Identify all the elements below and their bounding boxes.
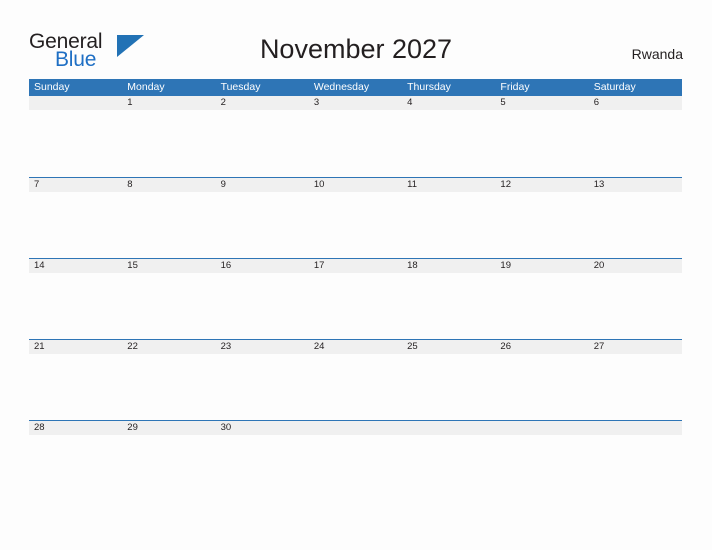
weekday-header-wednesday: Wednesday xyxy=(313,81,370,93)
day-cell[interactable]: 10 xyxy=(309,178,402,192)
page-header: General Blue November 2027 Rwanda xyxy=(0,0,712,78)
day-cell[interactable]: 3 xyxy=(309,96,402,110)
day-cell[interactable]: 7 xyxy=(29,178,122,192)
day-cell[interactable]: 14 xyxy=(29,259,122,273)
week-row: 1 2 3 4 5 6 xyxy=(29,96,682,177)
day-cell[interactable]: 22 xyxy=(122,340,215,354)
weekday-header-monday: Monday xyxy=(127,81,165,93)
week-date-band: 21 22 23 24 25 26 27 xyxy=(29,340,682,354)
weekday-header-saturday: Saturday xyxy=(593,81,636,93)
week-row: 21 22 23 24 25 26 27 xyxy=(29,339,682,420)
weekday-header-row: Sunday Monday Tuesday Wednesday Thursday… xyxy=(29,79,682,96)
weekday-header-thursday: Thursday xyxy=(407,81,451,93)
day-cell[interactable]: 5 xyxy=(495,96,588,110)
day-cell[interactable]: 8 xyxy=(122,178,215,192)
day-cell[interactable]: 29 xyxy=(122,421,215,435)
day-cell[interactable]: 26 xyxy=(495,340,588,354)
day-cell[interactable]: 12 xyxy=(495,178,588,192)
day-cell[interactable] xyxy=(589,421,682,435)
day-cell[interactable]: 15 xyxy=(122,259,215,273)
week-date-band: 14 15 16 17 18 19 20 xyxy=(29,259,682,273)
calendar-grid: Sunday Monday Tuesday Wednesday Thursday… xyxy=(29,79,682,501)
weekday-header-tuesday: Tuesday xyxy=(220,81,261,93)
day-cell[interactable]: 1 xyxy=(122,96,215,110)
day-cell[interactable]: 18 xyxy=(402,259,495,273)
week-date-band: 7 8 9 10 11 12 13 xyxy=(29,178,682,192)
week-row: 7 8 9 10 11 12 13 xyxy=(29,177,682,258)
day-cell[interactable]: 6 xyxy=(589,96,682,110)
day-cell[interactable] xyxy=(402,421,495,435)
week-date-band: 1 2 3 4 5 6 xyxy=(29,96,682,110)
day-cell[interactable]: 19 xyxy=(495,259,588,273)
day-cell[interactable] xyxy=(495,421,588,435)
day-cell[interactable]: 30 xyxy=(216,421,309,435)
day-cell[interactable]: 17 xyxy=(309,259,402,273)
weekday-header-sunday: Sunday xyxy=(34,81,70,93)
week-date-band: 28 29 30 xyxy=(29,421,682,435)
day-cell[interactable]: 24 xyxy=(309,340,402,354)
day-cell[interactable]: 20 xyxy=(589,259,682,273)
week-row: 28 29 30 xyxy=(29,420,682,501)
day-cell[interactable]: 13 xyxy=(589,178,682,192)
day-cell[interactable]: 21 xyxy=(29,340,122,354)
day-cell[interactable]: 25 xyxy=(402,340,495,354)
day-cell[interactable]: 11 xyxy=(402,178,495,192)
country-label: Rwanda xyxy=(631,46,683,62)
day-cell[interactable]: 23 xyxy=(216,340,309,354)
day-cell[interactable] xyxy=(309,421,402,435)
day-cell[interactable]: 9 xyxy=(216,178,309,192)
day-cell[interactable] xyxy=(29,96,122,110)
page-title: November 2027 xyxy=(259,34,453,64)
day-cell[interactable]: 16 xyxy=(216,259,309,273)
day-cell[interactable]: 28 xyxy=(29,421,122,435)
day-cell[interactable]: 4 xyxy=(402,96,495,110)
weekday-header-friday: Friday xyxy=(500,81,530,93)
day-cell[interactable]: 2 xyxy=(216,96,309,110)
calendar-page: General Blue November 2027 Rwanda Sunday… xyxy=(0,0,712,550)
week-row: 14 15 16 17 18 19 20 xyxy=(29,258,682,339)
day-cell[interactable]: 27 xyxy=(589,340,682,354)
